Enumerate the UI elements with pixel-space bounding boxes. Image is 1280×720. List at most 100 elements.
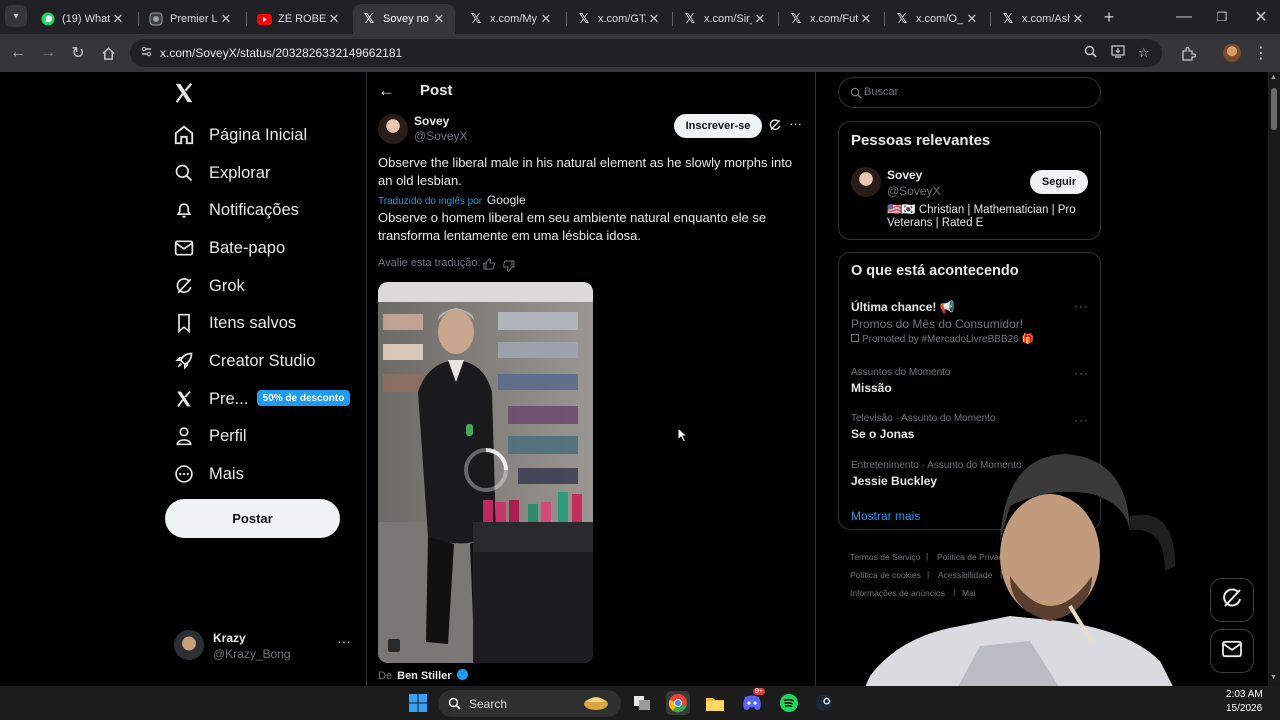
x-logo[interactable] (173, 82, 197, 106)
post-video[interactable] (378, 282, 593, 663)
search-icon (850, 86, 862, 104)
clock-date[interactable]: 15/2026 (1226, 703, 1262, 714)
trend-item[interactable]: Assuntos do Momento Missão (839, 363, 1100, 403)
tab-x-fut[interactable]: 𝕏 x.com/Fut ✕ (780, 4, 882, 34)
extensions-icon[interactable] (1177, 42, 1199, 64)
relevant-user-name[interactable]: Sovey (887, 168, 922, 182)
subscribe-button[interactable]: Inscrever-se (674, 114, 762, 138)
grok-icon (172, 274, 196, 298)
tab-x-gta[interactable]: 𝕏 x.com/GTA ✕ (568, 4, 670, 34)
tab-title: x.com/O_F (916, 13, 964, 25)
tab-x-ash[interactable]: 𝕏 x.com/Ash ✕ (992, 4, 1094, 34)
nav-item-notifications[interactable]: Notificações (172, 195, 299, 225)
account-more-icon[interactable]: ··· (337, 633, 351, 649)
search-highlight-icon (582, 694, 610, 717)
back-arrow-icon[interactable]: ← (378, 81, 395, 101)
close-tab-icon[interactable]: ✕ (110, 11, 126, 27)
close-tab-icon[interactable]: ✕ (218, 11, 234, 27)
nav-item-more[interactable]: Mais (172, 459, 244, 489)
spotify-icon[interactable] (777, 691, 801, 715)
trend-item[interactable]: Televisão · Assunto do Momento Se o Jona… (839, 409, 1100, 449)
file-explorer-icon[interactable] (703, 691, 727, 715)
author-handle[interactable]: @SoveyX (414, 129, 468, 143)
column-divider (366, 72, 367, 686)
premium-discount-badge[interactable]: 50% de desconto (257, 390, 350, 406)
nav-item-home[interactable]: Página Inicial (172, 120, 307, 150)
author-avatar[interactable] (378, 114, 408, 144)
address-bar[interactable]: x.com/SoveyX/status/2032826332149662181 … (130, 39, 1162, 67)
close-tab-icon[interactable]: ✕ (431, 11, 447, 27)
profile-avatar[interactable] (1221, 42, 1243, 64)
grok-icon[interactable] (768, 118, 782, 137)
tab-title: (19) Whats (62, 13, 110, 25)
close-tab-icon[interactable]: ✕ (858, 11, 874, 27)
minimize-window-icon[interactable]: — (1173, 6, 1195, 28)
tab-x-sir[interactable]: 𝕏 x.com/Sir_ ✕ (674, 4, 776, 34)
nav-item-label: Bate-papo (209, 238, 286, 257)
post-more-icon[interactable]: ··· (789, 116, 802, 131)
nav-item-premium[interactable]: Pre... (172, 384, 248, 414)
trend-more-icon[interactable]: ··· (1074, 366, 1089, 380)
taskbar-search[interactable]: Search (438, 690, 621, 717)
tab-x-my[interactable]: 𝕏 x.com/My ✕ (460, 4, 562, 34)
close-window-icon[interactable]: ✕ (1250, 6, 1272, 28)
tab-sovey-active[interactable]: 𝕏 Sovey no X ✕ (353, 4, 455, 34)
clock-time[interactable]: 2:03 AM (1226, 689, 1263, 700)
post-text-line: an old lesbian. (378, 173, 462, 188)
relevant-user-avatar[interactable] (851, 167, 881, 197)
tab-premier-league[interactable]: Premier Le ✕ (140, 4, 242, 34)
nav-item-profile[interactable]: Perfil (172, 421, 247, 451)
task-view-icon[interactable] (630, 691, 654, 715)
new-tab-icon[interactable]: + (1098, 6, 1120, 28)
forward-icon[interactable]: → (37, 42, 59, 64)
close-tab-icon[interactable]: ✕ (752, 11, 768, 27)
tab-search-button[interactable]: ▾ (5, 5, 27, 27)
chrome-icon[interactable] (666, 691, 690, 715)
author-name[interactable]: Sovey (414, 114, 449, 128)
back-icon[interactable]: ← (7, 42, 29, 64)
nav-item-bookmarks[interactable]: Itens salvos (172, 308, 296, 338)
tab-youtube[interactable]: ZÉ ROBERT ✕ (248, 4, 350, 34)
account-switcher[interactable]: Krazy @Krazy_Bong ··· (170, 627, 355, 667)
close-tab-icon[interactable]: ✕ (1070, 11, 1086, 27)
bell-icon (172, 198, 196, 222)
nav-item-creator-studio[interactable]: Creator Studio (172, 346, 315, 376)
thumbs-up-icon[interactable] (483, 257, 495, 275)
x-icon: 𝕏 (363, 11, 375, 26)
site-info-icon[interactable] (140, 45, 153, 61)
scrollbar-thumb[interactable] (1271, 88, 1277, 130)
tab-x-of[interactable]: 𝕏 x.com/O_F ✕ (886, 4, 988, 34)
bookmark-star-icon[interactable]: ☆ (1138, 45, 1150, 61)
browser-menu-icon[interactable]: ⋮ (1250, 42, 1272, 64)
trend-more-icon[interactable]: ··· (1074, 299, 1089, 313)
trend-item[interactable]: Última chance! 📢 Promos do Mês do Consum… (839, 293, 1100, 351)
install-app-icon[interactable] (1111, 45, 1125, 61)
restore-window-icon[interactable]: ❐ (1211, 6, 1233, 28)
close-tab-icon[interactable]: ✕ (538, 11, 554, 27)
steam-icon[interactable] (812, 691, 836, 715)
promoted-text: Promoted by #MercadoLivreBBB26 🎁 (862, 334, 1034, 345)
nav-item-label: Página Inicial (209, 125, 308, 144)
thumbs-down-icon[interactable] (503, 259, 515, 277)
scroll-down-icon[interactable]: ▼ (1270, 674, 1277, 681)
relevant-user-handle[interactable]: @SoveyX (887, 184, 941, 198)
scroll-up-icon[interactable]: ▲ (1270, 74, 1277, 81)
close-tab-icon[interactable]: ✕ (326, 11, 342, 27)
nav-item-grok[interactable]: Grok (172, 271, 245, 301)
zoom-icon[interactable] (1084, 45, 1097, 61)
discord-icon[interactable]: 9+ (740, 688, 765, 715)
trend-more-icon[interactable]: ··· (1074, 413, 1089, 427)
close-tab-icon[interactable]: ✕ (646, 11, 662, 27)
reload-icon[interactable]: ↻ (67, 42, 89, 64)
close-tab-icon[interactable]: ✕ (964, 11, 980, 27)
tab-whatsapp[interactable]: (19) Whats ✕ (32, 4, 134, 34)
home-icon[interactable] (97, 42, 119, 64)
post-button[interactable]: Postar (165, 499, 340, 538)
search-input[interactable]: Buscar (838, 77, 1101, 108)
follow-button[interactable]: Seguir (1030, 170, 1088, 194)
video-creator-name[interactable]: Ben Stiller (397, 670, 451, 682)
nav-item-chat[interactable]: Bate-papo (172, 233, 285, 263)
nav-item-explore[interactable]: Explorar (172, 158, 270, 188)
page-scrollbar[interactable]: ▲ ▼ (1268, 72, 1280, 686)
windows-start-icon[interactable] (406, 691, 430, 715)
